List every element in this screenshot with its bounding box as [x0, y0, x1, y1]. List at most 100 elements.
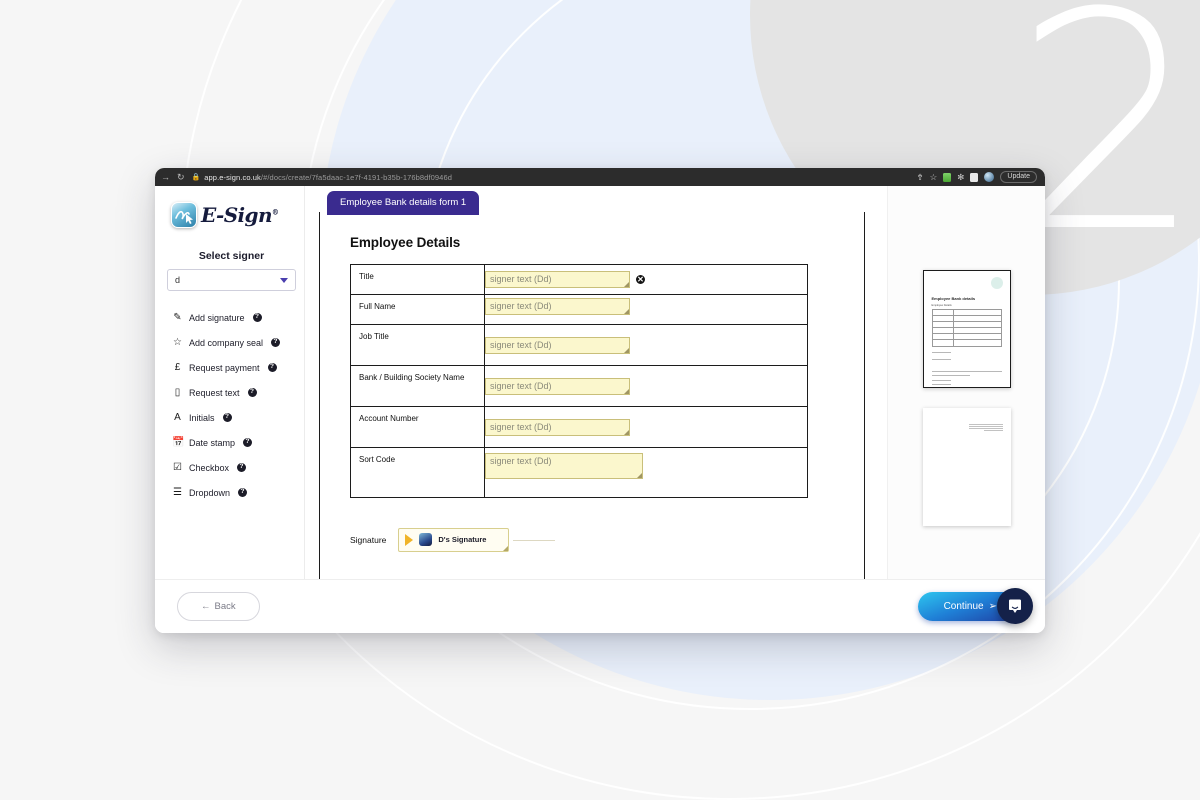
document-editor: Employee Bank details form 1 Employee De…: [305, 186, 887, 633]
lock-icon: 🔒: [191, 174, 201, 181]
help-icon[interactable]: ?: [247, 388, 257, 397]
puzzle-extension-icon[interactable]: ✻: [957, 173, 964, 182]
arrow-right-icon: ➢: [988, 601, 997, 612]
tool-label: Dropdown: [189, 487, 231, 498]
row-field-cell[interactable]: signer text (Dd): [484, 365, 808, 407]
sidebar-item-date-stamp[interactable]: 📅 Date stamp ?: [167, 430, 296, 455]
thumbnail-page-2[interactable]: [922, 408, 1011, 526]
sidebar-item-add-signature[interactable]: ✎ Add signature ?: [167, 305, 296, 330]
table-row: Sort Code signer text (Dd): [350, 447, 808, 498]
signer-text-field[interactable]: signer text (Dd): [485, 419, 630, 436]
thumbnail-subtitle: Employee Details: [931, 304, 952, 307]
reload-icon[interactable]: ↻: [177, 172, 185, 182]
thumbnail-address-block: [969, 422, 1003, 430]
browser-window: → ↻ 🔒 app.e-sign.co.uk/#/docs/create/7fa…: [155, 168, 1045, 633]
signature-cursor-icon: [171, 202, 197, 228]
sidebar-item-request-text[interactable]: ▯ Request text ?: [167, 380, 296, 405]
letter-a-icon: A: [174, 411, 181, 423]
signature-row: Signature D's Signature: [350, 528, 834, 552]
esign-logo[interactable]: E-Sign®: [171, 202, 296, 228]
signer-select[interactable]: d: [167, 269, 296, 291]
update-button[interactable]: Update: [1000, 171, 1037, 183]
chat-support-button[interactable]: [997, 588, 1033, 624]
help-icon[interactable]: ?: [237, 463, 247, 472]
signer-text-field[interactable]: signer text (Dd): [485, 378, 630, 395]
extension-green-icon[interactable]: [943, 172, 952, 182]
signer-text-field[interactable]: signer text (Dd): [485, 298, 630, 315]
row-label: Title: [350, 264, 485, 295]
application-body: E-Sign® Select signer d ✎ Add signature …: [155, 186, 1045, 633]
signature-widget[interactable]: D's Signature: [398, 528, 510, 552]
profile-avatar-icon[interactable]: [984, 172, 995, 182]
document-tab[interactable]: Employee Bank details form 1: [327, 191, 480, 215]
table-row: Title signer text (Dd) ✕: [350, 264, 808, 295]
side-panel-icon[interactable]: [970, 172, 979, 182]
share-icon[interactable]: ⇮: [917, 173, 924, 182]
help-icon[interactable]: ?: [222, 413, 232, 422]
text-field-icon: ▯: [174, 386, 181, 398]
row-field-cell[interactable]: signer text (Dd) ✕: [484, 264, 808, 295]
signature-label: Signature: [350, 535, 387, 545]
tool-label: Add company seal: [189, 337, 264, 348]
chevron-down-icon: [280, 277, 288, 283]
browser-chrome: → ↻ 🔒 app.e-sign.co.uk/#/docs/create/7fa…: [155, 168, 1045, 186]
sidebar-item-request-payment[interactable]: £ Request payment ?: [167, 355, 296, 380]
arrow-left-icon: ←: [201, 601, 211, 612]
play-triangle-icon: [405, 533, 414, 546]
help-icon[interactable]: ?: [267, 363, 277, 372]
row-label: Sort Code: [350, 447, 485, 498]
company-seal-watermark-icon: [990, 277, 1003, 289]
checkbox-icon: ☑: [173, 461, 182, 473]
help-icon[interactable]: ?: [252, 313, 262, 322]
select-signer-label: Select signer: [198, 250, 265, 262]
help-icon[interactable]: ?: [238, 488, 248, 497]
tools-sidebar: E-Sign® Select signer d ✎ Add signature …: [155, 186, 305, 633]
signature-widget-label: D's Signature: [438, 535, 487, 544]
logo-text: E-Sign: [201, 203, 272, 227]
company-seal-icon: ☆: [173, 336, 182, 348]
logo-wordmark: E-Sign®: [201, 203, 279, 227]
table-row: Job Title signer text (Dd): [350, 324, 808, 366]
list-dropdown-icon: ☰: [173, 486, 182, 498]
sidebar-item-add-company-seal[interactable]: ☆ Add company seal ?: [167, 330, 296, 355]
sidebar-item-dropdown[interactable]: ☰ Dropdown ?: [167, 480, 296, 505]
signer-text-field[interactable]: signer text (Dd): [485, 453, 643, 479]
signer-text-field[interactable]: signer text (Dd): [485, 337, 630, 354]
tool-list: ✎ Add signature ? ☆ Add company seal ? £…: [167, 305, 296, 505]
table-row: Account Number signer text (Dd): [350, 406, 808, 448]
thumbnail-title: Employee Bank details: [931, 296, 976, 301]
forward-arrow-icon[interactable]: →: [161, 172, 170, 182]
row-field-cell[interactable]: signer text (Dd): [484, 406, 808, 448]
back-button[interactable]: ← Back: [177, 592, 260, 621]
url-path: /#/docs/create/7fa5daac-1e7f-4191-b35b-1…: [260, 172, 452, 182]
signer-text-field[interactable]: signer text (Dd): [485, 271, 630, 288]
signer-selected-value: d: [175, 275, 181, 285]
help-icon[interactable]: ?: [271, 338, 281, 347]
row-label: Account Number: [350, 406, 485, 448]
row-field-cell[interactable]: signer text (Dd): [484, 294, 808, 325]
url-domain: app.e-sign.co.uk: [204, 172, 261, 182]
help-icon[interactable]: ?: [243, 438, 253, 447]
thumbnail-page-1[interactable]: Employee Bank details Employee Details: [922, 270, 1011, 388]
tool-label: Date stamp: [189, 437, 236, 448]
tool-label: Request text: [189, 387, 240, 398]
sidebar-item-initials[interactable]: A Initials ?: [167, 405, 296, 430]
page-title: Employee Details: [350, 235, 461, 250]
row-field-cell[interactable]: signer text (Dd): [484, 324, 808, 366]
sidebar-item-checkbox[interactable]: ☑ Checkbox ?: [167, 455, 296, 480]
table-row: Full Name signer text (Dd): [350, 294, 808, 325]
row-label: Job Title: [350, 324, 485, 366]
delete-field-button[interactable]: ✕: [635, 274, 646, 285]
address-bar[interactable]: app.e-sign.co.uk/#/docs/create/7fa5daac-…: [204, 173, 452, 182]
back-label: Back: [214, 601, 236, 612]
document-page: Employee Details Title signer text (Dd) …: [319, 212, 865, 633]
row-label: Bank / Building Society Name: [350, 365, 485, 407]
chat-message-icon: [1009, 599, 1021, 613]
row-field-cell[interactable]: signer text (Dd): [484, 447, 808, 498]
employee-details-table: Title signer text (Dd) ✕ Full Name signe…: [350, 264, 808, 498]
tool-label: Request payment: [189, 362, 260, 373]
continue-label: Continue: [943, 601, 984, 612]
signature-pen-icon: ✎: [173, 311, 182, 323]
star-icon[interactable]: ☆: [930, 173, 938, 182]
tool-label: Checkbox: [189, 462, 230, 473]
